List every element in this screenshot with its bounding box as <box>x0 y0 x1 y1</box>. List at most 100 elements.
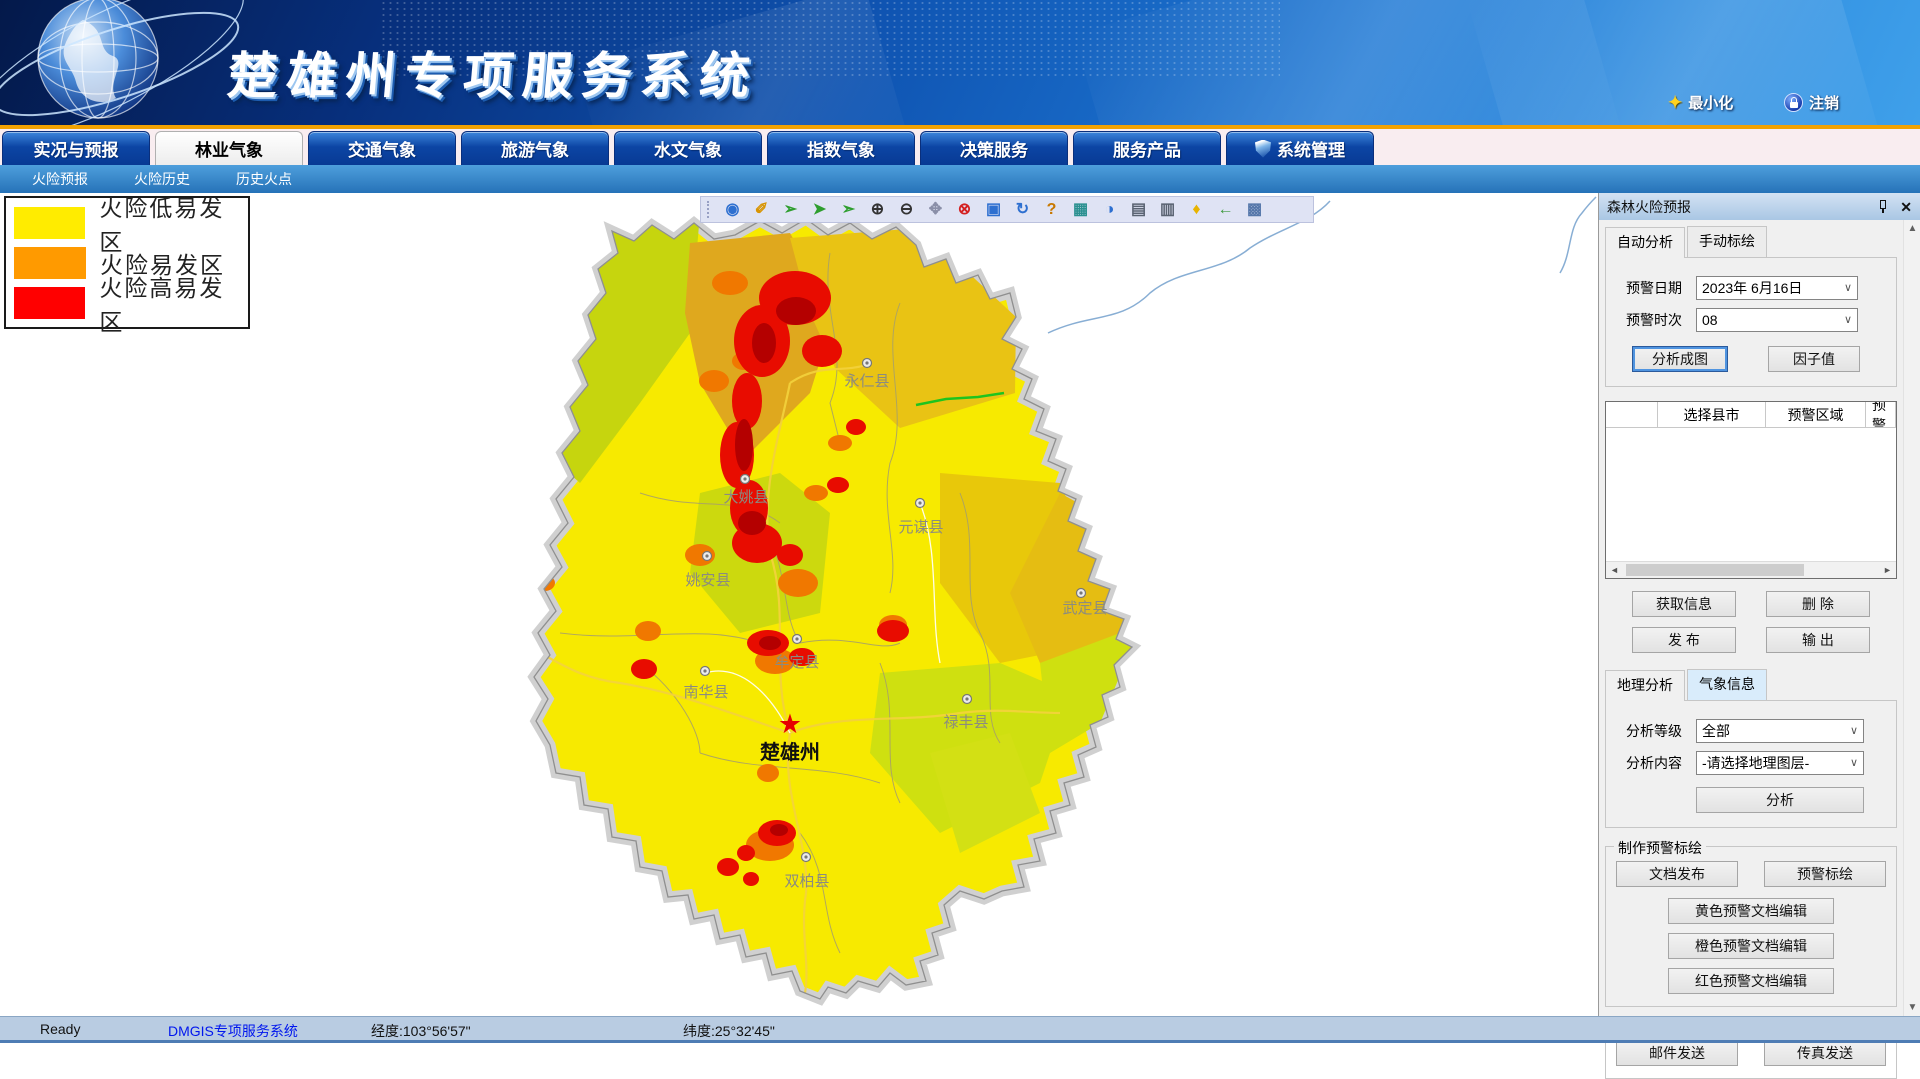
delete-button[interactable]: 删 除 <box>1766 591 1870 617</box>
fax-send-button[interactable]: 传真发送 <box>1764 1040 1886 1066</box>
logout-button[interactable]: 注销 <box>1784 92 1839 113</box>
map-label-大姚县: 大姚县 <box>723 489 768 506</box>
tab-system-management[interactable]: 系统管理 <box>1226 131 1374 165</box>
swipe-icon[interactable]: ◑ <box>1095 197 1124 222</box>
minimize-button[interactable]: ✦ 最小化 <box>1668 92 1733 113</box>
red-warning-doc-button[interactable]: 红色预警文档编辑 <box>1668 968 1834 994</box>
toolbar-grip[interactable] <box>707 201 712 218</box>
warning-table[interactable]: 选择县市 预警区域 预警 ◄ ► <box>1605 401 1897 579</box>
scrollbar-thumb[interactable] <box>1626 564 1804 576</box>
warn-time-select[interactable]: 08 <box>1696 308 1858 332</box>
warning-plot-button[interactable]: 预警标绘 <box>1764 861 1886 887</box>
lock-icon <box>1784 93 1803 112</box>
tab-tourism-weather[interactable]: 旅游气象 <box>461 131 609 165</box>
doc-publish-button[interactable]: 文档发布 <box>1616 861 1738 887</box>
main-nav: 实况与预报 林业气象 交通气象 旅游气象 水文气象 指数气象 决策服务 服务产品… <box>0 125 1920 165</box>
identify-icon[interactable]: ? <box>1037 197 1066 222</box>
tab-forestry-weather[interactable]: 林业气象 <box>155 131 303 165</box>
scroll-down-icon[interactable]: ▼ <box>1904 999 1920 1016</box>
minimize-icon: ✦ <box>1668 93 1682 113</box>
panel-title-bar: 森林火险预报 ✕ <box>1599 193 1920 220</box>
globe-icon[interactable]: ◉ <box>718 197 747 222</box>
clear-icon[interactable]: ⊗ <box>950 197 979 222</box>
shield-icon <box>1255 140 1271 158</box>
back-icon[interactable]: ← <box>1211 197 1240 222</box>
warn-date-label: 预警日期 <box>1626 278 1696 298</box>
tab-index-weather[interactable]: 指数气象 <box>767 131 915 165</box>
scroll-right-icon[interactable]: ► <box>1879 562 1896 578</box>
close-icon[interactable]: ✕ <box>1900 200 1912 214</box>
panel-body: 自动分析 手动标绘 预警日期 2023年 6月16日 预警时次 08 <box>1599 220 1903 1016</box>
select-circle-icon[interactable]: ➢ <box>776 197 805 222</box>
export-button[interactable]: 输 出 <box>1766 627 1870 653</box>
pin-icon[interactable] <box>1877 200 1888 213</box>
analysis-content-select[interactable]: -请选择地理图层- <box>1696 751 1864 775</box>
pan-icon[interactable]: ✥ <box>921 197 950 222</box>
analyze-to-map-button[interactable]: 分析成图 <box>1632 346 1728 372</box>
scroll-up-icon[interactable]: ▲ <box>1904 220 1920 237</box>
select-arrow-icon[interactable]: ➤ <box>805 197 834 222</box>
tab-service-products[interactable]: 服务产品 <box>1073 131 1221 165</box>
subnav-historical-fire-points[interactable]: 历史火点 <box>236 169 292 189</box>
prefecture-capital-star-icon: ★ <box>778 709 802 739</box>
legend-item-high: 火险高易发区 <box>14 283 248 323</box>
map-toolbar: ◉✐➢➤➣⊕⊖✥⊗▣↻?▦◑▤▥♦←▩ <box>700 196 1314 223</box>
analysis-level-select[interactable]: 全部 <box>1696 719 1864 743</box>
map-label-禄丰县: 禄丰县 <box>943 714 988 731</box>
tab-geo-analysis[interactable]: 地理分析 <box>1605 670 1685 701</box>
warning-table-header: 选择县市 预警区域 预警 <box>1606 402 1896 428</box>
panel-vertical-scrollbar[interactable]: ▲ ▼ <box>1903 220 1920 1016</box>
status-longitude: 经度:103°56'57" <box>371 1021 471 1041</box>
content: 永仁县元谋县大姚县姚安县武定县牟定县南华县禄丰县双柏县楚雄州★ 火险低易发区 火… <box>0 193 1920 1016</box>
analysis-content-label: 分析内容 <box>1626 753 1696 773</box>
select-lasso-icon[interactable]: ➣ <box>834 197 863 222</box>
fire-risk-legend: 火险低易发区 火险易发区 火险高易发区 <box>4 196 250 329</box>
tab-auto-analysis[interactable]: 自动分析 <box>1605 227 1685 258</box>
orange-warning-doc-button[interactable]: 橙色预警文档编辑 <box>1668 933 1834 959</box>
mail-send-button[interactable]: 邮件发送 <box>1616 1040 1738 1066</box>
zoom-out-icon[interactable]: ⊖ <box>892 197 921 222</box>
status-system-link[interactable]: DMGIS专项服务系统 <box>168 1021 298 1041</box>
tab-weather-info[interactable]: 气象信息 <box>1687 669 1767 700</box>
subnav-fire-risk-forecast[interactable]: 火险预报 <box>32 169 88 189</box>
warn-time-label: 预警时次 <box>1626 310 1696 330</box>
table-horizontal-scrollbar[interactable]: ◄ ► <box>1606 561 1896 578</box>
get-info-button[interactable]: 获取信息 <box>1632 591 1736 617</box>
print-setup-icon[interactable]: ▥ <box>1153 197 1182 222</box>
app-title: 楚雄州专项服务系统 <box>225 36 762 108</box>
zoom-in-icon[interactable]: ⊕ <box>863 197 892 222</box>
measure-icon[interactable]: ✐ <box>747 197 776 222</box>
tab-hydrology-weather[interactable]: 水文气象 <box>614 131 762 165</box>
publish-button[interactable]: 发 布 <box>1632 627 1736 653</box>
analysis-tabs: 自动分析 手动标绘 <box>1605 226 1903 257</box>
map-label-姚安县: 姚安县 <box>685 572 730 589</box>
status-ready: Ready <box>40 1021 80 1037</box>
sub-nav: 火险预报 火险历史 历史火点 <box>0 165 1920 193</box>
map-area: 永仁县元谋县大姚县姚安县武定县牟定县南华县禄丰县双柏县楚雄州★ 火险低易发区 火… <box>0 193 1598 1016</box>
yellow-warning-doc-button[interactable]: 黄色预警文档编辑 <box>1668 898 1834 924</box>
analyze-button[interactable]: 分析 <box>1696 787 1864 813</box>
image-icon[interactable]: ▦ <box>1066 197 1095 222</box>
factor-value-button[interactable]: 因子值 <box>1768 346 1860 372</box>
pin-marker-icon[interactable]: ♦ <box>1182 197 1211 222</box>
refresh-icon[interactable]: ↻ <box>1008 197 1037 222</box>
layout-icon[interactable]: ▩ <box>1240 197 1269 222</box>
legend-swatch-low <box>14 207 85 239</box>
scroll-left-icon[interactable]: ◄ <box>1606 562 1623 578</box>
panel-title: 森林火险预报 <box>1607 197 1691 217</box>
tab-manual-plot[interactable]: 手动标绘 <box>1687 226 1767 257</box>
legend-swatch-medium <box>14 247 86 279</box>
geo-analysis-page: 分析等级 全部 分析内容 -请选择地理图层- 分析 <box>1605 700 1897 828</box>
tab-traffic-weather[interactable]: 交通气象 <box>308 131 456 165</box>
map-label-元谋县: 元谋县 <box>898 519 943 536</box>
tab-decision-service[interactable]: 决策服务 <box>920 131 1068 165</box>
analysis-level-label: 分析等级 <box>1626 721 1696 741</box>
subnav-fire-risk-history[interactable]: 火险历史 <box>134 169 190 189</box>
warn-date-select[interactable]: 2023年 6月16日 <box>1696 276 1858 300</box>
print-icon[interactable]: ▤ <box>1124 197 1153 222</box>
tab-live-forecast[interactable]: 实况与预报 <box>2 131 150 165</box>
app-window: { "header": { "title": "楚雄州专项服务系统", "min… <box>0 0 1920 1043</box>
full-extent-icon[interactable]: ▣ <box>979 197 1008 222</box>
map-label-武定县: 武定县 <box>1062 600 1107 617</box>
map-label-南华县: 南华县 <box>683 684 728 701</box>
